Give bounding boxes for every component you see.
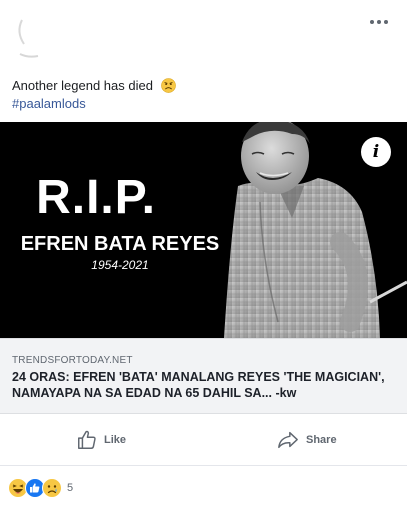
rip-years: 1954-2021 (91, 258, 149, 272)
info-button[interactable]: i (361, 137, 391, 167)
share-button[interactable]: Share (276, 428, 337, 452)
info-icon: i (372, 142, 380, 162)
more-dot-icon (370, 20, 374, 24)
hashtag-link[interactable]: #paalamlods (12, 96, 86, 111)
reaction-count: 5 (67, 482, 74, 494)
more-dot-icon (377, 20, 381, 24)
share-arrow-icon (278, 431, 298, 449)
sad-emoji-icon (160, 78, 176, 93)
link-preview[interactable]: TRENDSFORTODAY.NET 24 ORAS: EFREN 'BATA'… (0, 338, 407, 414)
share-label: Share (306, 434, 337, 446)
rip-name: EFREN BATA REYES (20, 233, 220, 255)
post-header (0, 0, 407, 70)
sad-icon (42, 478, 62, 498)
more-dot-icon (384, 20, 388, 24)
like-label: Like (104, 434, 127, 446)
link-title: 24 ORAS: EFREN 'BATA' MANALANG REYES 'TH… (12, 370, 385, 400)
post-image[interactable]: i (0, 122, 407, 338)
caption-text: Another legend has died (12, 78, 153, 93)
thumbs-up-icon (78, 430, 96, 449)
post-actions: Like Share (0, 414, 407, 466)
reactions-summary[interactable]: 5 (8, 476, 73, 500)
like-button[interactable]: Like (76, 428, 126, 452)
link-domain: TRENDSFORTODAY.NET (12, 355, 133, 366)
rip-title: R.I.P. (36, 171, 156, 224)
avatar[interactable] (8, 10, 56, 58)
post-caption: Another legend has died (12, 77, 176, 95)
more-options-button[interactable] (365, 12, 393, 32)
facebook-post: Another legend has died #paalamlods i R.… (0, 0, 407, 506)
